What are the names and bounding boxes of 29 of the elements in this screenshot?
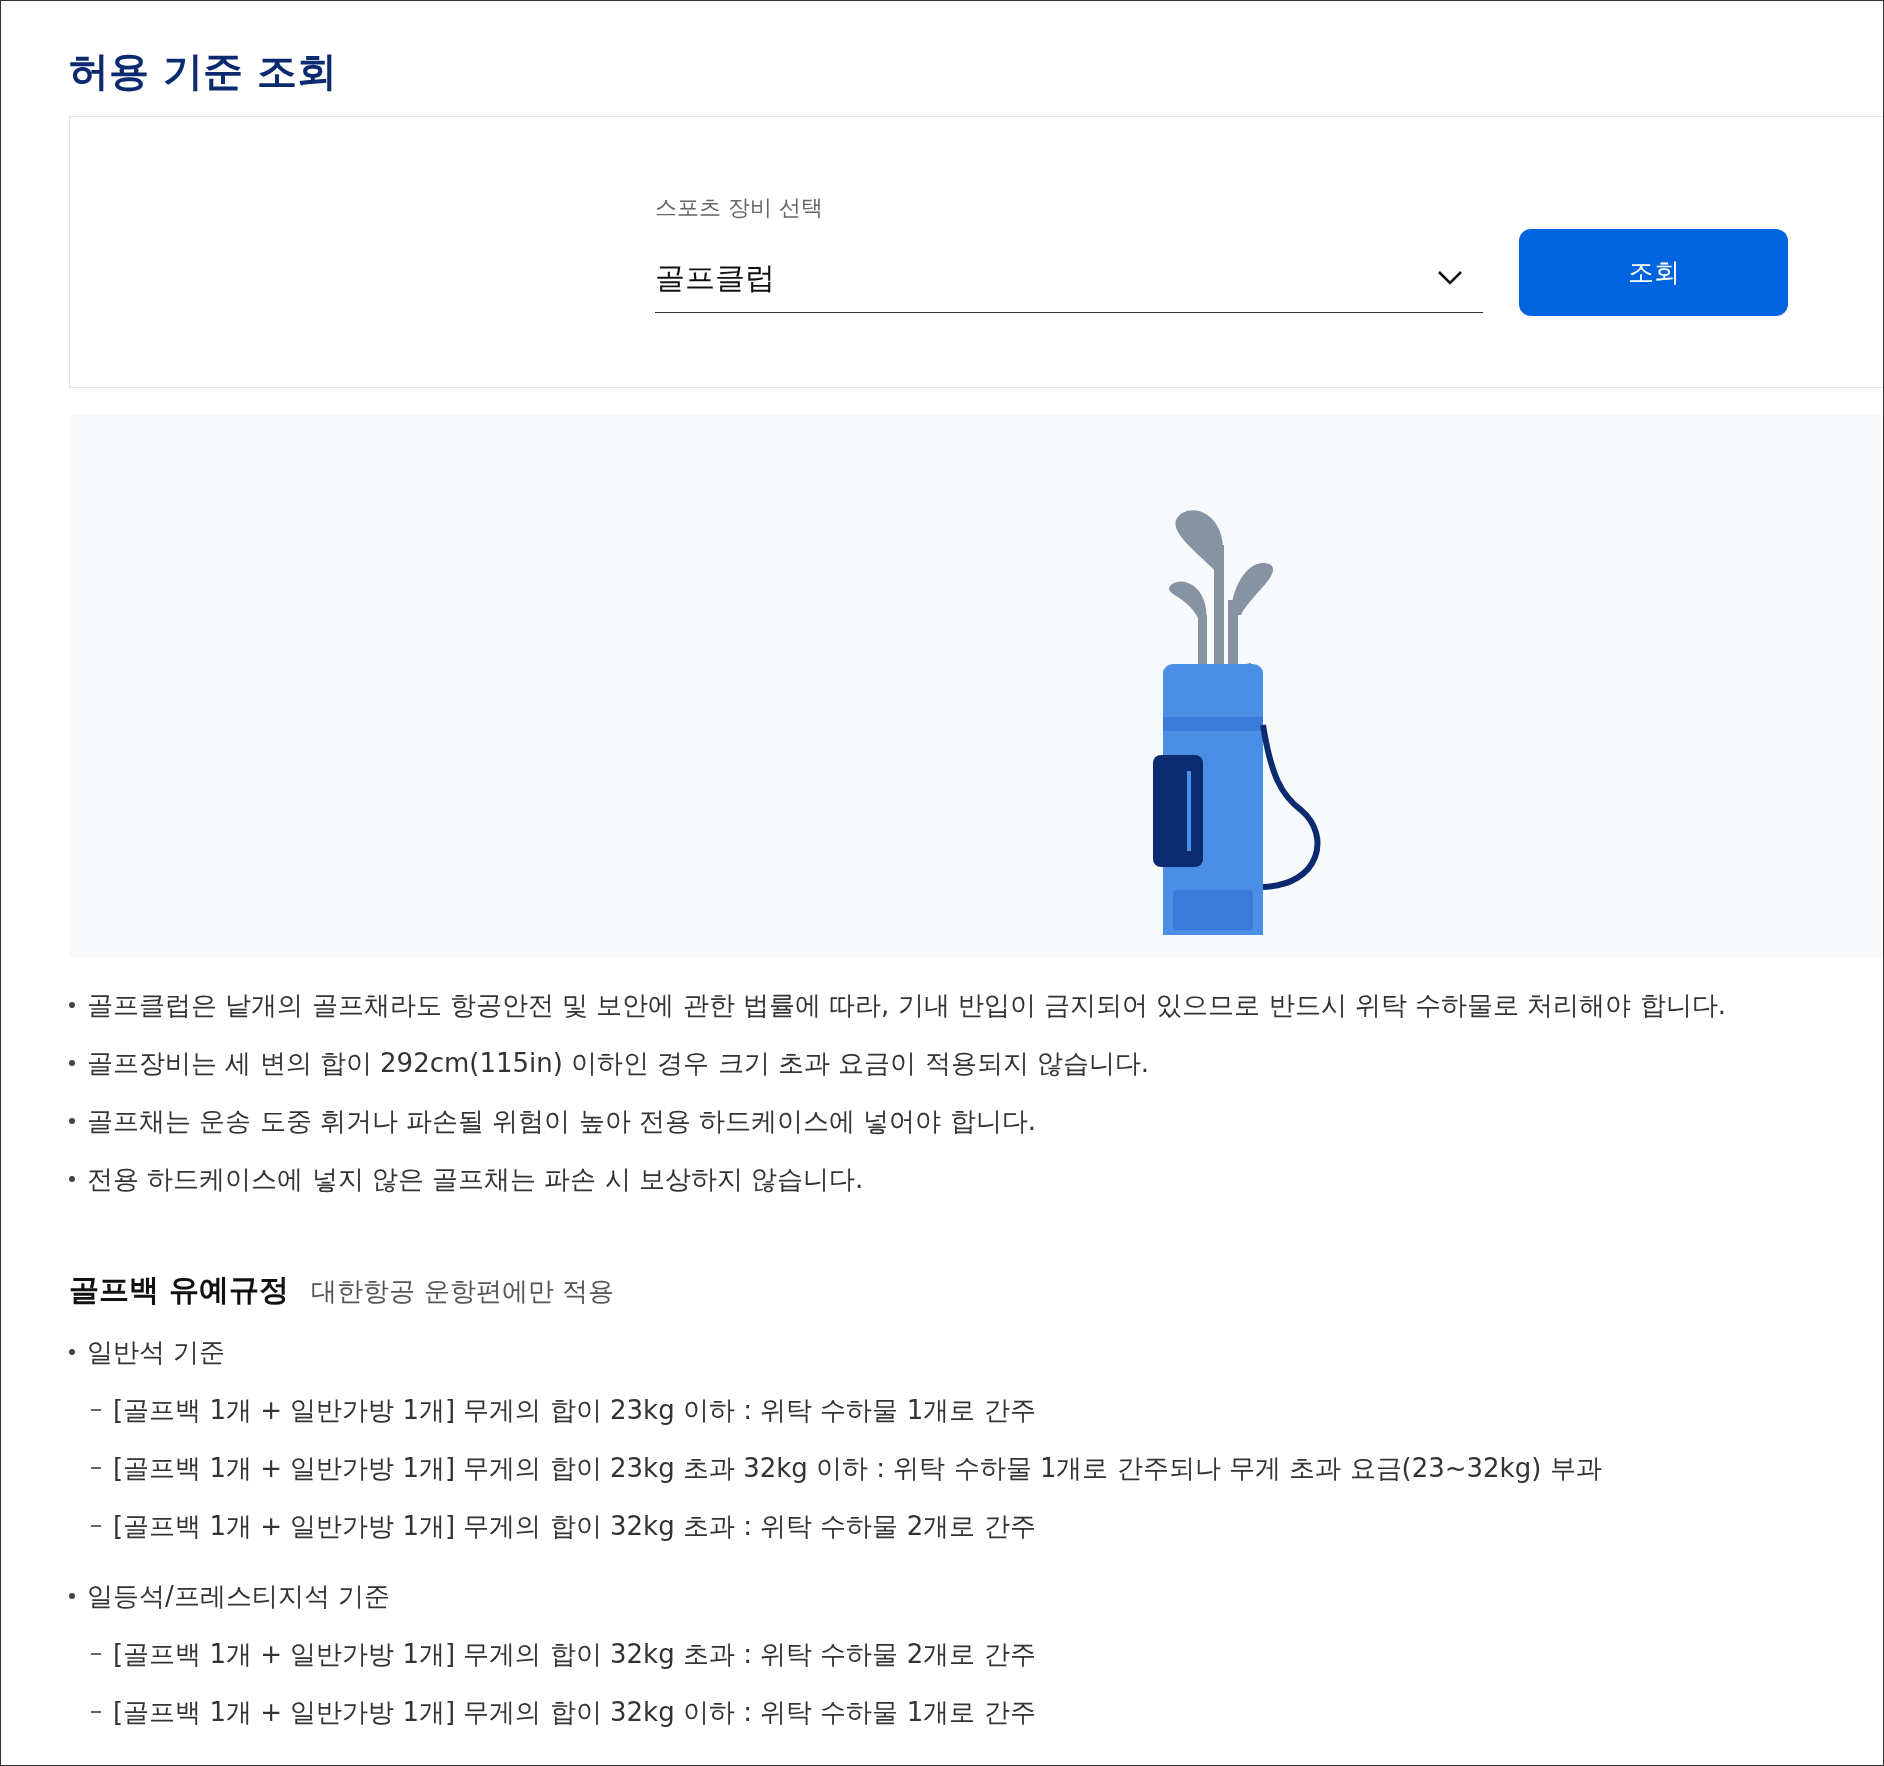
bullet-icon <box>69 1176 75 1182</box>
note-text: 골프채는 운송 도중 휘거나 파손될 위험이 높아 전용 하드케이스에 넣어야 합니다. <box>87 1105 1036 1138</box>
section-title: 골프백 유예규정 <box>69 1271 290 1309</box>
bullet-icon <box>69 1060 75 1066</box>
search-button[interactable]: 조회 <box>1519 229 1788 316</box>
chevron-down-icon <box>1437 269 1463 286</box>
bullet-icon <box>69 1349 75 1355</box>
note-text: 골프클럽은 낱개의 골프채라도 항공안전 및 보안에 관한 법률에 따라, 기내 반입이 금지되어 있으므로 반드시 위탁 수하물로 처리해야 합니다. <box>87 989 1727 1022</box>
rule-text: [골프백 1개 + 일반가방 1개] 무게의 합이 32kg 이하 : 위탁 수하물 1개로 간주 <box>113 1696 1036 1729</box>
field-label: 스포츠 장비 선택 <box>655 194 823 222</box>
rule-text: [골프백 1개 + 일반가방 1개] 무게의 합이 32kg 초과 : 위탁 수하물 2개로 간주 <box>113 1510 1036 1543</box>
section-subtitle: 대한항공 운항편에만 적용 <box>311 1275 614 1308</box>
note-text: 일반석 기준 <box>87 1336 226 1369</box>
note-text: 전용 하드케이스에 넣지 않은 골프채는 파손 시 보상하지 않습니다. <box>87 1163 864 1196</box>
sport-select[interactable]: 골프클럽 <box>655 243 1483 313</box>
bullet-icon <box>69 1002 75 1008</box>
rule-text: [골프백 1개 + 일반가방 1개] 무게의 합이 23kg 이하 : 위탁 수하물 1개로 간주 <box>113 1394 1036 1427</box>
dash-mark <box>91 1409 101 1411</box>
dash-mark <box>91 1653 101 1655</box>
rule-text: [골프백 1개 + 일반가방 1개] 무게의 합이 23kg 초과 32kg 이하 : 위탁 수하물 1개로 간주되나 무게 초과 요금(23~32kg) 부과 <box>113 1452 1602 1485</box>
note-text: 골프장비는 세 변의 합이 292cm(115in) 이하인 경우 크기 초과 요금이 적용되지 않습니다. <box>87 1047 1150 1080</box>
bullet-icon <box>69 1118 75 1124</box>
note-text: 일등석/프레스티지석 기준 <box>87 1580 391 1613</box>
rule-text: [골프백 1개 + 일반가방 1개] 무게의 합이 32kg 초과 : 위탁 수하물 2개로 간주 <box>113 1638 1036 1671</box>
dash-mark <box>91 1467 101 1469</box>
dash-mark <box>91 1711 101 1713</box>
page-title: 허용 기준 조회 <box>69 47 337 96</box>
dash-mark <box>91 1525 101 1527</box>
bullet-icon <box>69 1593 75 1599</box>
